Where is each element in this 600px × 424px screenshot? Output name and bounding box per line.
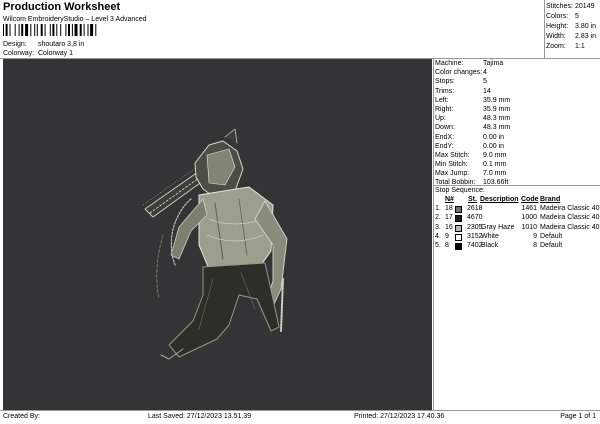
machine-info: Machine: Tajima Color changes: 4 Stops: 5 T… — [435, 59, 599, 188]
colorway-row: Colorway: Colorway 1 — [3, 49, 73, 58]
page-title: Production Worksheet — [3, 1, 121, 13]
thread-brand: Default — [540, 232, 563, 240]
header-description: Description — [480, 196, 519, 203]
stop-index: 5. — [435, 242, 441, 250]
color-changes-row: Color changes: 4 — [435, 69, 487, 77]
stat-width: Width: 2.83 in — [546, 33, 597, 40]
header-code: Code — [521, 196, 539, 203]
needle-number: 8 — [445, 242, 449, 250]
footer: Created By: Last Saved: 27/12/2023 13.51… — [0, 411, 600, 424]
color-swatch — [455, 224, 462, 232]
trims-row: Trims: 14 — [435, 87, 491, 95]
color-swatch — [455, 206, 462, 213]
max-stitch-row: Max Stitch: 9.0 mm — [435, 151, 507, 159]
thread-description: Gray Haze — [481, 223, 515, 231]
stop-index: 2. — [435, 214, 441, 222]
design-row: Design: shoutaro 3,8 in — [3, 40, 84, 49]
thread-description: Black — [481, 242, 499, 250]
header-brand: Brand — [540, 196, 561, 203]
stops-row: Stops: 5 — [435, 78, 487, 86]
stop-index: 4. — [435, 232, 441, 240]
right-row: Right: 35.9 mm — [435, 105, 511, 113]
needle-number: 9 — [445, 232, 449, 240]
stitch-count: 4670 — [467, 214, 483, 222]
barcode — [3, 24, 97, 36]
up-row: Up: 48.3 mm — [435, 115, 511, 123]
colorway-label: Colorway: — [3, 50, 35, 57]
color-swatch — [455, 215, 462, 223]
header-divider — [544, 0, 545, 58]
stat-zoom: Zoom: 1:1 — [546, 43, 585, 50]
needle-number: 17 — [445, 214, 453, 222]
thread-code: 9 — [533, 232, 537, 240]
thread-description: White — [481, 232, 499, 240]
design-stats: Stitches: 20149 Colors: 5 Height: 3.80 in W… — [546, 2, 600, 52]
stop-sequence-table: 1. 18 2618 1461 Madeira Classic 40 2. 17 4670 10… — [435, 204, 600, 251]
stat-height: Height: 3.80 in — [546, 23, 597, 30]
thread-brand: Madeira Classic 40 — [540, 214, 600, 222]
embroidery-figure-image — [142, 128, 288, 360]
stop-row: 5. 8 7402 Black 8 Default — [435, 241, 599, 251]
design-value: shoutaro 3,8 in — [38, 41, 85, 48]
color-swatch — [455, 233, 462, 241]
needle-number: 18 — [445, 205, 453, 212]
stop-row: 3. 16 2305 Gray Haze 1010 Madeira Classic 40 — [435, 223, 600, 232]
page-number: Page 1 of 1 — [560, 413, 596, 420]
stop-row: 1. 18 2618 1461 Madeira Classic 40 — [435, 204, 600, 213]
stat-colors: Colors: 5 — [546, 13, 579, 20]
thread-code: 1461 — [521, 205, 537, 212]
header-num: N# — [445, 196, 454, 203]
stop-row: 2. 17 4670 1000 Madeira Classic 40 — [435, 213, 600, 223]
thread-brand: Madeira Classic 40 — [540, 205, 600, 212]
thread-code: 1000 — [521, 214, 537, 222]
thread-code: 8 — [533, 242, 537, 250]
left-row: Left: 35.9 mm — [435, 96, 511, 104]
stitch-count: 2618 — [467, 205, 483, 212]
down-row: Down: 48.3 mm — [435, 124, 511, 132]
colorway-value: Colorway 1 — [38, 50, 74, 57]
last-saved: Last Saved: 27/12/2023 13.51.39 — [148, 413, 252, 420]
max-jump-row: Max Jump: 7.0 mm — [435, 170, 507, 178]
thread-code: 1010 — [521, 223, 537, 231]
created-by: Created By: — [3, 413, 40, 420]
color-swatch — [455, 243, 462, 251]
endx-row: EndX: 0.00 in — [435, 133, 505, 141]
min-stitch-row: Min Stitch: 0.1 mm — [435, 161, 507, 169]
printed-date: Printed: 27/12/2023 17.40.36 — [354, 413, 445, 420]
software-name: Wilcom EmbroideryStudio – Level 3 Advanc… — [3, 16, 147, 23]
endy-row: EndY: 0.00 in — [435, 142, 505, 150]
stop-sequence-title: Stop Sequence: — [435, 187, 485, 194]
design-label: Design: — [3, 41, 27, 48]
design-preview — [3, 59, 432, 410]
stop-index: 3. — [435, 223, 441, 231]
stat-stitches: Stitches: 20149 — [546, 3, 595, 10]
stop-index: 1. — [435, 205, 441, 212]
thread-brand: Default — [540, 242, 563, 250]
thread-brand: Madeira Classic 40 — [540, 223, 600, 231]
panel-divider — [433, 59, 434, 410]
machine-row: Machine: Tajima — [435, 60, 504, 67]
stop-row: 4. 9 3152 White 9 Default — [435, 232, 599, 241]
header-st: St. — [468, 196, 477, 203]
stop-sequence-header: N# St. Description Code Brand — [435, 195, 599, 204]
needle-number: 16 — [445, 223, 453, 231]
